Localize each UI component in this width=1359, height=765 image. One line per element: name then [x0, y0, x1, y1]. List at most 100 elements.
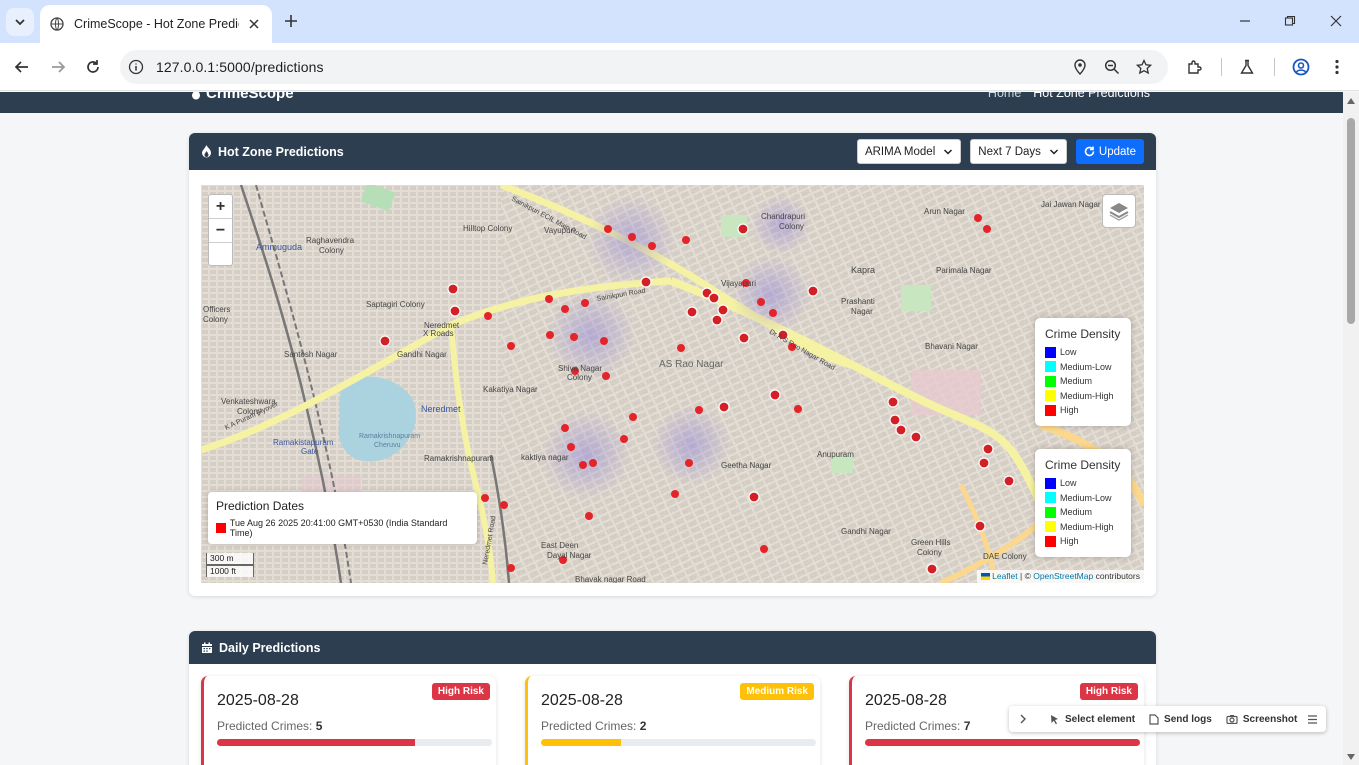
legend-item: Medium-High [1045, 389, 1122, 404]
legend-label: Low [1060, 347, 1077, 358]
toolbar-divider [1221, 58, 1222, 76]
labs-button[interactable] [1235, 55, 1259, 79]
minimize-button[interactable] [1233, 10, 1257, 32]
zoom-out-icon[interactable] [1100, 55, 1124, 79]
maximize-button[interactable] [1278, 10, 1302, 32]
profile-button[interactable] [1289, 55, 1313, 79]
select-element-button[interactable]: Select element [1049, 714, 1135, 725]
puzzle-icon [1187, 59, 1202, 74]
browser-toolbar: 127.0.0.1:5000/predictions [0, 43, 1359, 91]
legend-swatch-high [1045, 535, 1056, 547]
svg-text:Colony: Colony [779, 222, 804, 231]
brand-logo[interactable]: CrimeScope [190, 92, 294, 102]
close-tab-icon[interactable] [246, 16, 262, 32]
layers-button[interactable] [1102, 194, 1136, 228]
new-tab-button[interactable] [280, 10, 302, 32]
legend-swatch-medium-high [1045, 390, 1056, 402]
predicted-label: Predicted Crimes: [217, 719, 313, 733]
close-window-button[interactable] [1324, 10, 1348, 32]
nav-link-hot-zone-predictions[interactable]: Hot Zone Predictions [1033, 92, 1150, 100]
svg-text:Bhavak nagar Road: Bhavak nagar Road [575, 575, 646, 583]
svg-text:Santosh Nagar: Santosh Nagar [284, 350, 338, 359]
arrow-left-icon [14, 61, 28, 73]
chevron-down-icon [1049, 148, 1058, 155]
browser-menu-button[interactable] [1325, 55, 1349, 79]
svg-text:Officers: Officers [203, 305, 230, 314]
calendar-icon [202, 642, 212, 653]
page-viewport: CrimeScope Home Hot Zone Predictions Hot… [0, 92, 1343, 765]
zoom-out-button[interactable]: − [209, 219, 232, 243]
flask-icon [1240, 59, 1254, 74]
legend-swatch-medium-low [1045, 492, 1056, 504]
daily-predictions-header: Daily Predictions [189, 631, 1156, 664]
nav-link-home[interactable]: Home [988, 92, 1021, 100]
range-select[interactable]: Next 7 Days [970, 139, 1067, 164]
tab-search-button[interactable] [6, 8, 34, 36]
legend-label: High [1060, 405, 1079, 416]
crime-density-legend-duplicate: Crime Density Low Medium-Low Medium Medi… [1035, 449, 1131, 557]
site-info-icon[interactable] [124, 55, 148, 79]
legend-item: Medium-Low [1045, 360, 1122, 375]
url-text[interactable]: 127.0.0.1:5000/predictions [156, 59, 324, 75]
leaflet-link[interactable]: Leaflet [992, 571, 1018, 581]
expand-chevron-icon[interactable] [1019, 714, 1027, 724]
bookmark-star-icon[interactable] [1132, 55, 1156, 79]
svg-text:Kakatiya Nagar: Kakatiya Nagar [483, 385, 538, 394]
brand-name: CrimeScope [206, 92, 294, 102]
svg-text:Nagar: Nagar [851, 307, 873, 316]
send-logs-button[interactable]: Send logs [1149, 714, 1212, 725]
reload-icon [87, 60, 99, 73]
hamburger-menu-icon[interactable] [1307, 714, 1318, 724]
address-bar[interactable]: 127.0.0.1:5000/predictions [120, 50, 1168, 84]
svg-text:Shiva Nagar: Shiva Nagar [558, 364, 602, 373]
risk-progress-fill [541, 739, 621, 746]
svg-text:Neredmet: Neredmet [421, 404, 461, 414]
forward-button[interactable] [46, 55, 70, 79]
svg-text:Geetha Nagar: Geetha Nagar [721, 461, 772, 470]
arrow-right-icon [52, 61, 66, 73]
svg-text:Gate: Gate [301, 447, 319, 456]
svg-text:East Deen: East Deen [541, 541, 578, 550]
risk-badge: High Risk [431, 683, 490, 700]
model-select[interactable]: ARIMA Model [856, 139, 962, 164]
scale-metric: 300 m [206, 553, 254, 565]
legend-label: Medium-Low [1060, 361, 1112, 372]
browser-tab-active[interactable]: CrimeScope - Hot Zone Predictions [40, 5, 272, 43]
update-button[interactable]: Update [1075, 139, 1144, 164]
scroll-up-icon[interactable] [1346, 96, 1356, 106]
layers-icon [1109, 203, 1129, 221]
chevron-down-icon [944, 148, 953, 155]
daily-predictions-card: Daily Predictions 2025-08-28 High Risk P… [189, 631, 1156, 765]
svg-text:Gandhi Nagar: Gandhi Nagar [397, 350, 447, 359]
legend-label: Low [1060, 478, 1077, 489]
legend-item: Low [1045, 345, 1122, 360]
zoom-in-button[interactable]: + [209, 195, 232, 219]
risk-progress-bar [865, 739, 1140, 746]
daily-card[interactable]: 2025-08-28 High Risk Predicted Crimes: 5 [201, 676, 496, 765]
plus-icon [285, 15, 297, 27]
osm-link[interactable]: OpenStreetMap [1033, 571, 1093, 581]
reload-button[interactable] [81, 55, 105, 79]
svg-text:Colony: Colony [203, 315, 228, 324]
fire-icon [202, 145, 211, 158]
crime-map[interactable]: Ammuguda Raghavendra Colony Hilltop Colon… [201, 185, 1144, 583]
legend-item: Medium-Low [1045, 491, 1122, 506]
daily-card[interactable]: 2025-08-28 Medium Risk Predicted Crimes:… [525, 676, 820, 765]
svg-text:Ammuguda: Ammuguda [256, 242, 302, 252]
svg-text:Anupuram: Anupuram [817, 450, 854, 459]
page-scrollbar[interactable] [1343, 92, 1359, 765]
risk-badge: High Risk [1079, 683, 1138, 700]
camera-icon [1226, 715, 1238, 724]
extensions-button[interactable] [1182, 55, 1206, 79]
legend-swatch-medium-low [1045, 361, 1056, 373]
location-pin-icon[interactable] [1068, 55, 1092, 79]
back-button[interactable] [10, 55, 34, 79]
legend-swatch-low [1045, 477, 1056, 489]
svg-text:Prashanti: Prashanti [841, 297, 875, 306]
scrollbar-thumb[interactable] [1347, 118, 1355, 324]
screenshot-button[interactable]: Screenshot [1226, 714, 1297, 725]
scroll-down-icon[interactable] [1346, 752, 1356, 762]
risk-badge: Medium Risk [740, 683, 814, 700]
select-element-label: Select element [1065, 713, 1136, 725]
chevron-down-icon [15, 19, 25, 26]
